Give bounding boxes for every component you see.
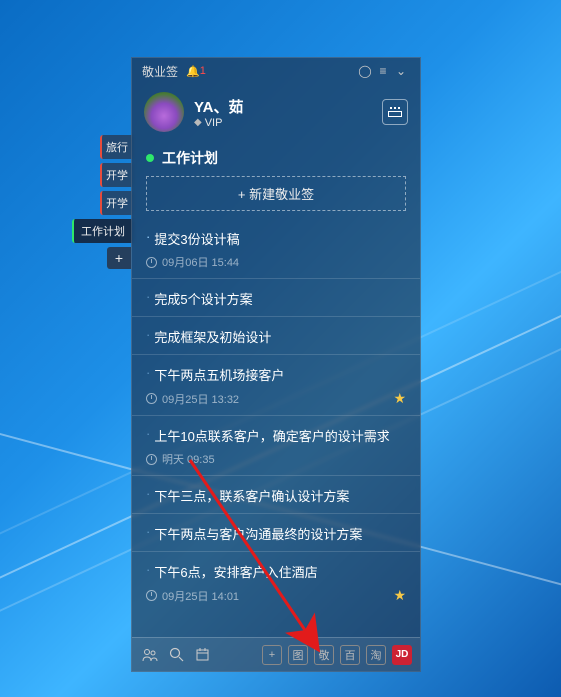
contacts-icon[interactable]	[140, 645, 160, 665]
shortcut-jing[interactable]: 敬	[314, 645, 334, 665]
bullet-icon: ·	[146, 486, 150, 505]
note-item[interactable]: ·完成框架及初始设计	[132, 316, 420, 354]
section-title: 工作计划	[162, 148, 218, 168]
note-title: 下午两点与客户沟通最终的设计方案	[154, 524, 362, 543]
side-tab[interactable]: 开学	[100, 163, 132, 187]
note-title: 下午两点五机场接客户	[154, 365, 284, 384]
app-panel: 敬业签 🔔 1 ◯ ≡ ⌄ YA、茹 ◆ VIP 工作计划 + 新建敬业签 ·提…	[131, 57, 421, 672]
bullet-icon: ·	[146, 426, 150, 445]
note-title: 上午10点联系客户，确定客户的设计需求	[154, 426, 389, 445]
side-tab[interactable]: 旅行	[100, 135, 132, 159]
clock-icon	[146, 257, 157, 268]
bottombar: + 图 敬 百 淘 JD	[132, 637, 420, 671]
clock-icon	[146, 590, 157, 601]
note-title: 下午6点，安排客户入住酒店	[154, 562, 317, 581]
bullet-icon: ·	[146, 365, 150, 384]
note-item[interactable]: ·下午6点，安排客户入住酒店 09月25日 14:01 ★	[132, 551, 420, 612]
chevron-down-icon[interactable]: ⌄	[392, 64, 410, 78]
note-item[interactable]: ·提交3份设计稿 09月06日 15:44	[132, 219, 420, 278]
note-meta: 09月25日 14:01 ★	[146, 587, 406, 604]
status-dot-icon	[146, 154, 154, 162]
new-note-button[interactable]: + 新建敬业签	[146, 176, 406, 211]
avatar[interactable]	[144, 92, 184, 132]
note-time: 09月06日 15:44	[162, 254, 239, 270]
clock-icon	[146, 393, 157, 404]
side-tab[interactable]: 工作计划	[72, 219, 132, 243]
bullet-icon: ·	[146, 289, 150, 308]
note-item[interactable]: ·下午三点，联系客户确认设计方案	[132, 475, 420, 513]
bullet-icon: ·	[146, 229, 150, 248]
add-tab-button[interactable]: +	[107, 247, 131, 269]
username: YA、茹	[194, 96, 382, 117]
bullet-icon: ·	[146, 524, 150, 543]
note-time: 09月25日 14:01	[162, 588, 239, 604]
section-header: 工作计划	[132, 142, 420, 172]
titlebar: 敬业签 🔔 1 ◯ ≡ ⌄	[132, 58, 420, 84]
bullet-icon: ·	[146, 327, 150, 346]
star-icon[interactable]: ★	[393, 587, 406, 604]
calendar-small-icon[interactable]	[192, 645, 212, 665]
bullet-icon: ·	[146, 562, 150, 581]
note-title: 下午三点，联系客户确认设计方案	[154, 486, 349, 505]
search-icon[interactable]	[166, 645, 186, 665]
note-time: 09月25日 13:32	[162, 391, 239, 407]
note-title: 提交3份设计稿	[154, 229, 239, 248]
app-name: 敬业签	[142, 63, 178, 80]
diamond-icon: ◆	[194, 117, 202, 128]
note-meta: 09月25日 13:32 ★	[146, 390, 406, 407]
shortcut-tao[interactable]: 淘	[366, 645, 386, 665]
note-item[interactable]: ·下午两点与客户沟通最终的设计方案	[132, 513, 420, 551]
shortcut-jd[interactable]: JD	[392, 645, 412, 665]
note-item[interactable]: ·完成5个设计方案	[132, 278, 420, 316]
notification-badge[interactable]: 🔔 1	[186, 65, 206, 78]
note-item[interactable]: ·下午两点五机场接客户 09月25日 13:32 ★	[132, 354, 420, 415]
star-icon[interactable]: ★	[393, 390, 406, 407]
profile-row: YA、茹 ◆ VIP	[132, 84, 420, 142]
calendar-icon[interactable]	[382, 99, 408, 125]
note-meta: 明天 09:35	[146, 451, 406, 467]
note-list: ·提交3份设计稿09月06日 15:44·完成5个设计方案·完成框架及初始设计·…	[132, 219, 420, 637]
shortcut-bai[interactable]: 百	[340, 645, 360, 665]
note-title: 完成框架及初始设计	[154, 327, 271, 346]
menu-icon[interactable]: ≡	[374, 64, 392, 78]
sync-icon[interactable]: ◯	[356, 64, 374, 78]
side-tab[interactable]: 开学	[100, 191, 132, 215]
notif-count: 1	[200, 65, 206, 77]
note-time: 明天 09:35	[162, 451, 215, 467]
note-meta: 09月06日 15:44	[146, 254, 406, 270]
clock-icon	[146, 454, 157, 465]
bell-icon: 🔔	[186, 65, 200, 78]
shortcut-tu[interactable]: 图	[288, 645, 308, 665]
note-title: 完成5个设计方案	[154, 289, 252, 308]
note-item[interactable]: ·上午10点联系客户，确定客户的设计需求明天 09:35	[132, 415, 420, 475]
vip-badge: ◆ VIP	[194, 117, 382, 129]
add-button[interactable]: +	[262, 645, 282, 665]
